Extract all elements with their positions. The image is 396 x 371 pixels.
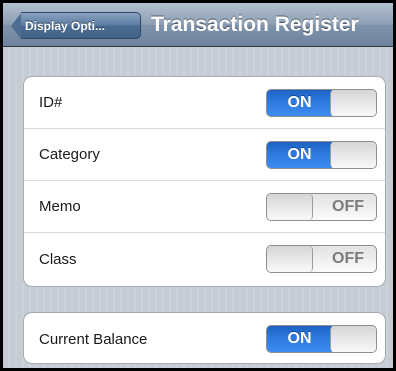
page-title: Transaction Register	[151, 13, 359, 36]
back-button-label: Display Opti...	[21, 12, 141, 39]
toggle-knob	[267, 246, 313, 272]
category-toggle-switch[interactable]: ON	[266, 141, 377, 169]
row-label: ID#	[39, 94, 63, 111]
settings-row-category: Category ON	[24, 129, 385, 181]
current-balance-toggle-switch[interactable]: ON	[266, 325, 377, 353]
toggle-off-label: OFF	[332, 250, 364, 267]
id-toggle-switch[interactable]: ON	[266, 89, 377, 117]
toggle-off-label: OFF	[332, 198, 364, 215]
settings-row-id: ID# ON	[24, 77, 385, 129]
settings-row-current-balance: Current Balance ON	[24, 313, 385, 363]
row-label: Current Balance	[39, 330, 148, 348]
toggle-knob	[330, 326, 376, 352]
back-button[interactable]: Display Opti...	[11, 12, 141, 39]
toggle-knob	[330, 142, 376, 168]
memo-toggle-switch[interactable]: OFF	[266, 193, 377, 221]
settings-row-memo: Memo OFF	[24, 181, 385, 233]
navigation-bar: Display Opti... Transaction Register	[3, 3, 393, 47]
class-toggle-switch[interactable]: OFF	[266, 245, 377, 273]
balance-settings-group: Current Balance ON	[23, 312, 386, 364]
columns-settings-group: ID# ON Category ON Memo OFF Class OFF	[23, 76, 386, 287]
toggle-knob	[330, 90, 376, 116]
toggle-on-label: ON	[267, 142, 332, 168]
back-arrow-icon	[11, 12, 21, 39]
row-label: Category	[39, 146, 100, 163]
toggle-knob	[267, 194, 313, 220]
app-window: Display Opti... Transaction Register ID#…	[0, 0, 396, 371]
toggle-on-label: ON	[267, 326, 332, 352]
settings-row-class: Class OFF	[24, 233, 385, 285]
toggle-on-label: ON	[267, 90, 332, 116]
row-label: Memo	[39, 198, 81, 215]
row-label: Class	[39, 250, 77, 268]
